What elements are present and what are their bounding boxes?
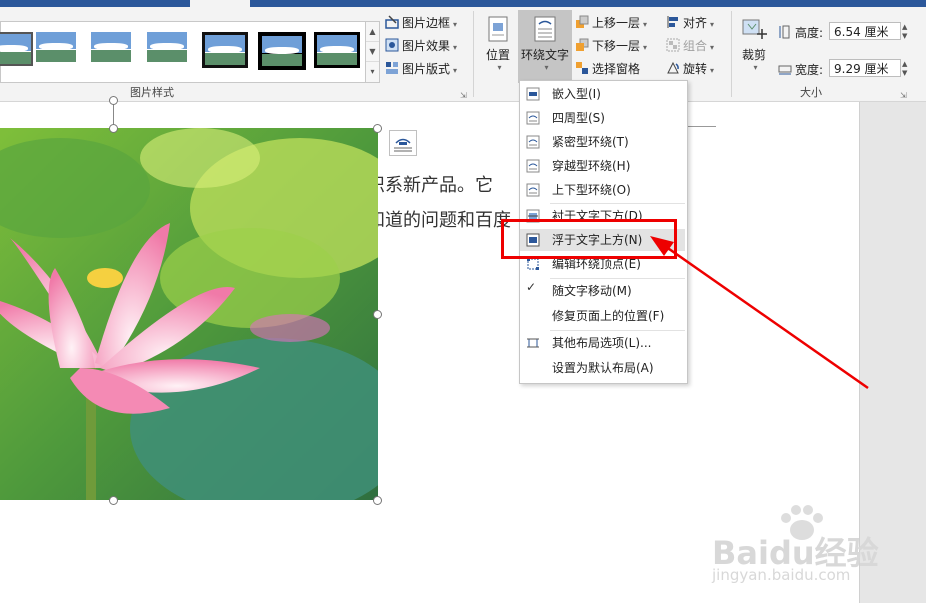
- menu-item-tight[interactable]: 紧密型环绕(T): [520, 131, 685, 153]
- size-dialog-launcher-icon[interactable]: ⇲: [900, 91, 907, 100]
- gallery-down-icon[interactable]: ▼: [366, 42, 379, 62]
- menu-item-top-bottom[interactable]: 上下型环绕(O): [520, 179, 685, 201]
- crop-button[interactable]: 裁剪 ▾: [737, 15, 771, 72]
- gallery-up-icon[interactable]: ▲: [366, 22, 379, 42]
- position-button[interactable]: 位置 ▾: [482, 15, 514, 72]
- align-icon: [666, 15, 680, 29]
- style-thumb[interactable]: [36, 32, 76, 62]
- top-bottom-wrap-icon: [526, 183, 540, 197]
- picture-effects-button[interactable]: 图片效果 ▾: [385, 37, 457, 54]
- bring-forward-icon: [575, 15, 589, 29]
- bring-forward-button[interactable]: 上移一层 ▾: [575, 14, 647, 31]
- edit-wrap-points-icon: [527, 258, 539, 270]
- title-bar: [0, 0, 926, 7]
- rotate-handle[interactable]: [109, 96, 118, 105]
- width-label: 宽度:: [778, 61, 823, 78]
- rotate-button[interactable]: 旋转 ▾: [666, 60, 714, 77]
- style-thumb[interactable]: [91, 32, 131, 62]
- selection-pane-button[interactable]: 选择窗格: [575, 60, 640, 77]
- picture-styles-group-label: 图片样式: [130, 86, 174, 99]
- through-wrap-icon: [526, 159, 540, 173]
- picture-border-button[interactable]: 图片边框 ▾: [385, 14, 457, 31]
- send-backward-button[interactable]: 下移一层 ▾: [575, 37, 647, 54]
- picture-layout-icon: [385, 61, 399, 75]
- inline-wrap-icon: [526, 87, 540, 101]
- style-thumb[interactable]: [0, 32, 33, 66]
- style-thumb[interactable]: [202, 32, 248, 68]
- header-rule: [686, 126, 716, 127]
- wrap-text-button[interactable]: 环绕文字 ▾: [518, 10, 572, 83]
- resize-handle-bottom-right[interactable]: [373, 496, 382, 505]
- gallery-more-icon[interactable]: ▾: [366, 62, 379, 81]
- height-input[interactable]: 6.54 厘米 ▲ ▼: [829, 22, 907, 40]
- selection-pane-icon: [575, 61, 589, 75]
- layout-options-icon: [527, 338, 539, 348]
- picture-styles-gallery[interactable]: [0, 21, 367, 83]
- check-icon: ✓: [526, 280, 537, 294]
- height-icon: [778, 25, 792, 39]
- wrap-text-icon: [534, 16, 556, 42]
- lotus-picture[interactable]: [0, 128, 378, 500]
- position-icon: [488, 16, 508, 42]
- highlight-arrow: [650, 236, 869, 390]
- width-input[interactable]: 9.29 厘米 ▲ ▼: [829, 59, 907, 77]
- group-button[interactable]: 组合 ▾: [666, 37, 714, 54]
- tight-wrap-icon: [526, 135, 540, 149]
- size-group-label: 大小: [800, 86, 822, 99]
- document-text-line: 知道的问题和百度: [367, 210, 511, 231]
- style-thumb[interactable]: [258, 32, 306, 70]
- menu-item-square[interactable]: 四周型(S): [520, 107, 685, 129]
- rotate-icon: [666, 61, 680, 75]
- layout-options-icon: [394, 138, 412, 152]
- ribbon: ▲ ▼ ▾ 图片边框 ▾ 图片效果 ▾ 图片版式 ▾ 图片样式 ⇲ 位置 ▾ 环绕文字…: [0, 7, 926, 102]
- picture-border-icon: [385, 15, 399, 29]
- crop-icon: [742, 19, 767, 39]
- active-tab-indicator: [190, 0, 250, 7]
- group-separator: [731, 11, 732, 97]
- group-icon: [666, 38, 680, 52]
- width-icon: [778, 62, 792, 76]
- menu-item-through[interactable]: 穿越型环绕(H): [520, 155, 685, 177]
- layout-options-button[interactable]: [389, 130, 417, 156]
- gallery-scroll[interactable]: ▲ ▼ ▾: [365, 21, 380, 83]
- style-thumb[interactable]: [314, 32, 360, 68]
- height-label: 高度:: [778, 24, 823, 41]
- resize-handle-top[interactable]: [109, 124, 118, 133]
- align-button[interactable]: 对齐 ▾: [666, 14, 714, 31]
- square-wrap-icon: [526, 111, 540, 125]
- width-spinner[interactable]: ▲ ▼: [902, 60, 912, 78]
- height-spinner[interactable]: ▲ ▼: [902, 23, 912, 41]
- send-backward-icon: [575, 38, 589, 52]
- resize-handle-bottom[interactable]: [109, 496, 118, 505]
- style-thumb[interactable]: [147, 32, 187, 62]
- resize-handle-right[interactable]: [373, 310, 382, 319]
- document-text-line: 织系新产品。它: [367, 175, 493, 196]
- menu-item-inline[interactable]: 嵌入型(I): [520, 83, 685, 105]
- baidu-watermark: Baidu经验 jingyan.baidu.com: [712, 505, 892, 588]
- picture-layout-button[interactable]: 图片版式 ▾: [385, 60, 457, 77]
- picture-effects-icon: [385, 38, 399, 52]
- resize-handle-top-right[interactable]: [373, 124, 382, 133]
- dialog-launcher-icon[interactable]: ⇲: [460, 91, 467, 100]
- watermark-url: jingyan.baidu.com: [712, 566, 851, 584]
- menu-separator: [550, 203, 685, 204]
- group-separator: [473, 11, 474, 97]
